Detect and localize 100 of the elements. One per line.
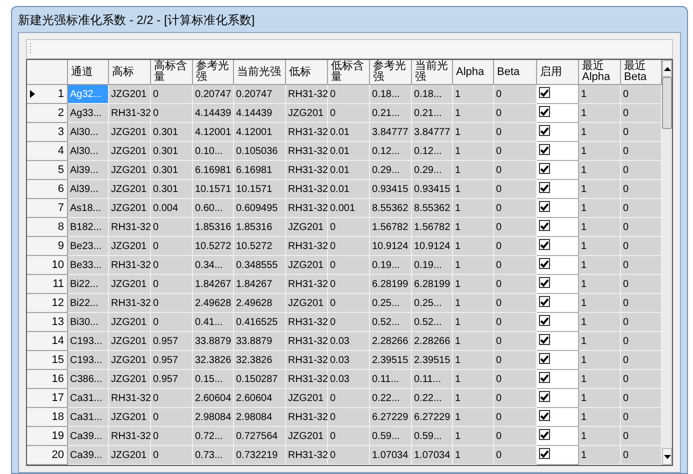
table-cell: 4.14439 [234,104,286,123]
table-cell: 0 [494,218,537,237]
table-cell: JZG201 [109,446,151,465]
current-row-icon [30,90,35,98]
table-cell: 0.60... [193,199,234,218]
row-header[interactable]: 1 [27,85,68,104]
table-cell: Al39... [68,180,109,199]
checkbox[interactable] [539,372,550,383]
table-cell: RH31-32 [286,351,328,370]
table-cell: 8.55362 [370,199,412,218]
row-number: 7 [58,200,64,216]
row-header[interactable]: 12 [27,294,68,313]
column-header[interactable]: Beta [494,60,537,85]
row-header[interactable]: 17 [27,389,68,408]
row-header[interactable]: 2 [27,104,68,123]
table-cell: 0 [621,389,662,408]
checkbox[interactable] [539,296,550,307]
scrollbar[interactable] [662,60,672,465]
column-header[interactable]: 低标 [286,60,328,85]
checkbox[interactable] [539,258,550,269]
checkbox[interactable] [539,201,550,212]
table-cell: 1 [453,427,494,446]
column-header[interactable]: Alpha [453,60,494,85]
table-cell: 0 [621,123,662,142]
checkbox[interactable] [539,163,550,174]
row-header[interactable]: 16 [27,370,68,389]
row-number: 17 [52,390,64,406]
checkbox[interactable] [539,410,550,421]
row-header[interactable]: 6 [27,180,68,199]
table-cell: 0.21... [370,104,412,123]
row-header[interactable]: 11 [27,275,68,294]
row-header[interactable]: 15 [27,351,68,370]
table-cell: 0.957 [151,332,193,351]
row-header[interactable]: 18 [27,408,68,427]
checkbox[interactable] [539,429,550,440]
table-cell: 0.20747 [234,85,286,104]
column-header[interactable]: 最近Alpha [579,60,621,85]
row-header[interactable]: 19 [27,427,68,446]
checkbox[interactable] [539,239,550,250]
checkbox[interactable] [539,315,550,326]
row-header[interactable]: 14 [27,332,68,351]
table-cell: 0 [621,161,662,180]
row-header[interactable]: 5 [27,161,68,180]
checkbox[interactable] [539,448,550,459]
row-header[interactable]: 3 [27,123,68,142]
table-cell: 0 [328,294,370,313]
checkbox[interactable] [539,106,550,117]
table-cell: 0 [621,446,662,465]
table-cell: 1 [453,237,494,256]
column-header[interactable]: 启用 [537,60,579,85]
checkbox[interactable] [539,220,550,231]
table-cell: 0 [328,218,370,237]
checkbox[interactable] [539,182,550,193]
row-number: 9 [58,238,64,254]
table-cell: 0.59... [412,427,453,446]
scroll-down-button[interactable] [662,448,672,465]
table-cell: 1 [453,256,494,275]
column-header[interactable]: 参考光强 [193,60,234,85]
table-cell: 0 [494,142,537,161]
checkbox[interactable] [539,353,550,364]
row-header[interactable]: 4 [27,142,68,161]
checkbox[interactable] [539,144,550,155]
checkbox[interactable] [539,87,550,98]
column-header[interactable]: 通道 [68,60,109,85]
column-header[interactable]: 高标含量 [151,60,193,85]
column-header[interactable]: 最近Beta [621,60,662,85]
column-header[interactable]: 参考光强 [370,60,412,85]
table-cell: 1 [579,389,621,408]
table-cell: 0.10... [193,142,234,161]
scroll-thumb[interactable] [662,77,672,129]
checkbox[interactable] [539,334,550,345]
table-cell: 4.12001 [234,123,286,142]
checkbox[interactable] [539,391,550,402]
table-cell: 0.01 [328,142,370,161]
scroll-up-button[interactable] [662,60,672,77]
checkbox[interactable] [539,125,550,136]
row-header[interactable]: 10 [27,256,68,275]
column-header[interactable]: 当前光强 [412,60,453,85]
table-cell: RH31-32 [109,104,151,123]
row-header[interactable]: 7 [27,199,68,218]
column-header[interactable]: 低标含量 [328,60,370,85]
table-cell: 0 [494,161,537,180]
table-cell: 0.21... [412,104,453,123]
table-cell: 1.56782 [412,218,453,237]
table-cell: 0 [151,294,193,313]
row-header[interactable]: 13 [27,313,68,332]
table-cell: Be23... [68,237,109,256]
column-header[interactable]: 当前光强 [234,60,286,85]
column-header[interactable]: 高标 [109,60,151,85]
table-cell: 1.84267 [193,275,234,294]
table-cell: 1.84267 [234,275,286,294]
table-cell: 4.12001 [193,123,234,142]
table-cell: 1 [453,142,494,161]
row-header[interactable]: 8 [27,218,68,237]
table-cell: RH31-32 [109,256,151,275]
table-cell: RH31-32 [286,370,328,389]
table-cell: 0.004 [151,199,193,218]
row-header[interactable]: 9 [27,237,68,256]
row-header[interactable]: 20 [27,446,68,465]
checkbox[interactable] [539,277,550,288]
